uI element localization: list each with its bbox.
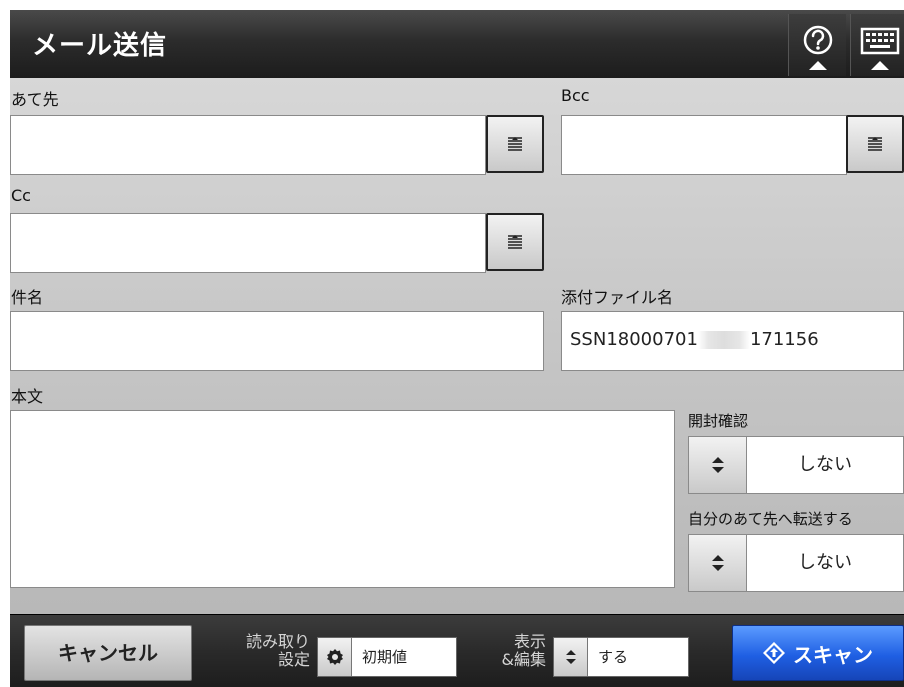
scan-button[interactable]: スキャン <box>732 625 904 681</box>
bcc-label: Bcc <box>561 86 590 105</box>
page-title: メール送信 <box>32 31 168 61</box>
display-edit-label-line1: 表示 <box>513 632 546 651</box>
scan-diamond-icon <box>763 642 785 664</box>
scan-button-label: スキャン <box>793 642 873 667</box>
display-edit-label-line2: &編集 <box>501 650 546 669</box>
forward-self-toggle-button[interactable] <box>689 535 747 591</box>
attachment-value-suffix: 171156 <box>749 329 819 350</box>
attachment-label: 添付ファイル名 <box>561 288 674 307</box>
help-icon <box>803 25 833 55</box>
address-book-icon <box>508 235 522 249</box>
scan-settings-value: 初期値 <box>362 648 408 666</box>
attachment-field[interactable]: SSN18000701 171156 <box>561 311 904 371</box>
body-textarea[interactable] <box>10 410 675 588</box>
popup-arrow-icon <box>870 61 889 70</box>
to-field[interactable] <box>10 115 486 175</box>
scan-settings-label-line1: 読み取り <box>245 632 310 651</box>
read-receipt-value: しない <box>798 454 852 475</box>
attachment-value-prefix: SSN18000701 <box>570 329 698 350</box>
scan-settings-label: 読み取り 設定 <box>222 633 310 669</box>
redacted-region <box>697 331 750 349</box>
bcc-field[interactable] <box>561 115 847 175</box>
read-receipt-toggle-button[interactable] <box>689 437 747 493</box>
forward-self-select[interactable]: しない <box>688 534 904 592</box>
display-edit-select[interactable]: する <box>553 637 689 677</box>
display-edit-label: 表示 &編集 <box>476 633 546 669</box>
forward-self-value: しない <box>798 552 852 573</box>
cc-label: Cc <box>11 186 31 205</box>
to-label: あて先 <box>11 90 59 109</box>
scan-settings-select[interactable]: 初期値 <box>317 637 457 677</box>
title-bar: メール送信 <box>10 10 904 78</box>
cc-field[interactable] <box>10 213 486 273</box>
read-receipt-label: 開封確認 <box>688 412 749 430</box>
help-button[interactable] <box>788 14 846 76</box>
app-window: メール送信 あて先 Bcc Cc 件名 添付ファイル名 SSN18000701 … <box>10 10 904 687</box>
subject-field[interactable] <box>10 311 544 371</box>
popup-arrow-icon <box>808 61 827 70</box>
cancel-button[interactable]: キャンセル <box>24 625 192 681</box>
read-receipt-select[interactable]: しない <box>688 436 904 494</box>
updown-arrow-icon <box>711 457 724 473</box>
footer-bar: キャンセル 読み取り 設定 初期値 表示 &編集 する スキャン <box>10 614 904 687</box>
display-edit-value: する <box>598 648 629 666</box>
keyboard-icon <box>860 27 900 55</box>
scan-settings-button[interactable] <box>318 638 352 676</box>
gear-icon <box>326 649 343 665</box>
bcc-address-book-button[interactable] <box>846 115 904 173</box>
subject-label: 件名 <box>11 288 44 307</box>
forward-self-label: 自分のあて先へ転送する <box>688 510 853 528</box>
address-book-icon <box>508 137 522 151</box>
display-edit-toggle-button[interactable] <box>554 638 588 676</box>
body-label: 本文 <box>11 387 44 406</box>
to-address-book-button[interactable] <box>486 115 544 173</box>
mail-form: あて先 Bcc Cc 件名 添付ファイル名 SSN18000701 171156… <box>10 78 904 614</box>
scan-settings-label-line2: 設定 <box>277 650 310 669</box>
cc-address-book-button[interactable] <box>486 213 544 271</box>
attachment-value: SSN18000701 171156 <box>570 329 819 350</box>
keyboard-button[interactable] <box>850 14 904 76</box>
updown-arrow-icon <box>711 555 724 571</box>
updown-arrow-icon <box>565 650 576 664</box>
address-book-icon <box>868 137 882 151</box>
